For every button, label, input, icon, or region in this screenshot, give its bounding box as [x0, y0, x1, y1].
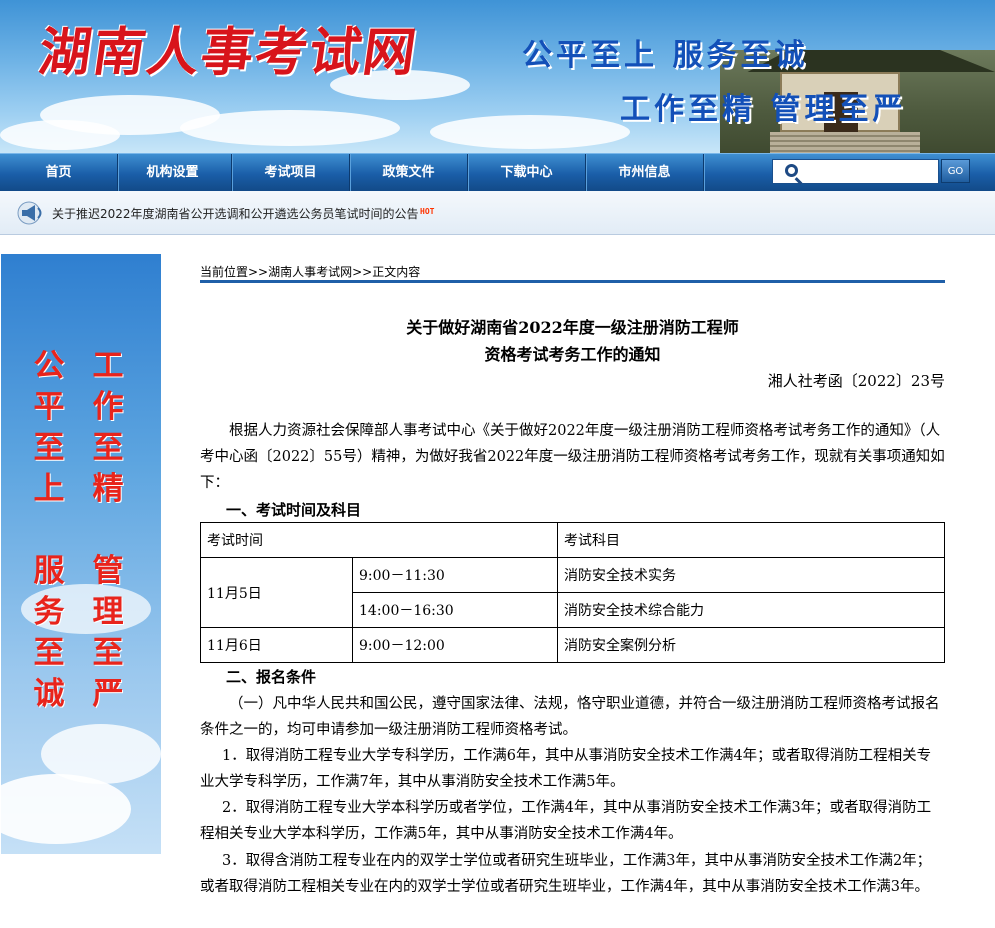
table-cell-subject: 消防安全技术实务: [557, 557, 945, 593]
table-row: 11月6日 9:00－12:00 消防安全案例分析: [200, 627, 945, 663]
table-cell-time: 14:00－16:30: [352, 592, 558, 628]
site-banner: 湖南人事考试网 公平至上 服务至诚 工作至精 管理至严: [0, 0, 995, 153]
breadcrumb-divider: [200, 280, 945, 283]
sidebar-slogan-col1: 公平至上 服务至诚: [33, 348, 65, 712]
table-cell-time: 9:00－12:00: [352, 627, 558, 663]
nav-item-download-center[interactable]: 下载中心: [468, 154, 586, 192]
search-box: [772, 159, 939, 184]
condition-paragraph-2: 1．取得消防工程专业大学专科学历，工作满6年，其中从事消防安全技术工作满4年；或…: [200, 748, 932, 790]
table-cell-time: 9:00－11:30: [352, 557, 558, 593]
nav-item-policy-documents[interactable]: 政策文件: [350, 154, 468, 192]
megaphone-icon: [17, 201, 42, 225]
table-cell-date: 11月6日: [200, 627, 353, 663]
intro-paragraph: 根据人力资源社会保障部人事考试中心《关于做好2022年度一级注册消防工程师资格考…: [200, 423, 945, 491]
table-cell-date: 11月5日: [200, 557, 353, 628]
search-icon: [785, 164, 798, 177]
search-input[interactable]: [807, 162, 935, 181]
sidebar-slogan-col2: 工作至精 管理至严: [92, 348, 124, 712]
condition-paragraph-4: 3．取得含消防工程专业在内的双学士学位或者研究生班毕业，工作满3年，其中从事消防…: [200, 853, 932, 895]
site-logo-title[interactable]: 湖南人事考试网: [35, 10, 424, 85]
condition-paragraph-1: （一）凡中华人民共和国公民，遵守国家法律、法规，恪守职业道德，并符合一级注册消防…: [200, 696, 940, 738]
sidebar-slogan-banner: 公平至上 服务至诚 工作至精 管理至严: [1, 254, 161, 854]
nav-item-exam-projects[interactable]: 考试项目: [232, 154, 350, 192]
document-number: 湘人社考函〔2022〕23号: [767, 372, 945, 390]
article-title-line1: 关于做好湖南省2022年度一级注册消防工程师: [406, 318, 739, 337]
section-heading-2: 二、报名条件: [226, 668, 317, 686]
nav-item-organization[interactable]: 机构设置: [114, 154, 232, 192]
nav-item-city-info[interactable]: 市州信息: [586, 154, 704, 192]
table-row: 11月5日 9:00－11:30 消防安全技术实务: [200, 557, 945, 628]
condition-paragraph-3: 2．取得消防工程专业大学本科学历或者学位，工作满4年，其中从事消防安全技术工作满…: [200, 800, 932, 842]
nav-item-home[interactable]: 首页: [0, 154, 118, 192]
table-header-subject: 考试科目: [557, 522, 945, 558]
table-header-row: 考试时间 考试科目: [200, 522, 945, 558]
notice-link[interactable]: 关于推迟2022年度湖南省公开选调和公开遴选公务员笔试时间的公告: [52, 205, 419, 222]
notice-bar: 关于推迟2022年度湖南省公开选调和公开遴选公务员笔试时间的公告 HOT: [0, 191, 995, 235]
hot-badge: HOT: [420, 207, 435, 216]
slogan-line1: 公平至上 服务至诚: [522, 38, 809, 73]
slogan-line2: 工作至精 管理至严: [620, 92, 907, 127]
article-title-line2: 资格考试考务工作的通知: [484, 345, 661, 364]
section-heading-1: 一、考试时间及科目: [226, 501, 362, 519]
breadcrumb[interactable]: 当前位置>>湖南人事考试网>>正文内容: [200, 263, 420, 280]
table-header-time: 考试时间: [200, 522, 558, 558]
table-cell-subject: 消防安全技术综合能力: [557, 592, 945, 628]
table-cell-subject: 消防安全案例分析: [557, 627, 945, 663]
search-go-button[interactable]: GO: [941, 159, 970, 183]
exam-schedule-table: 考试时间 考试科目 11月5日 9:00－11:30 消防安全技术实务 14:0…: [200, 522, 945, 663]
